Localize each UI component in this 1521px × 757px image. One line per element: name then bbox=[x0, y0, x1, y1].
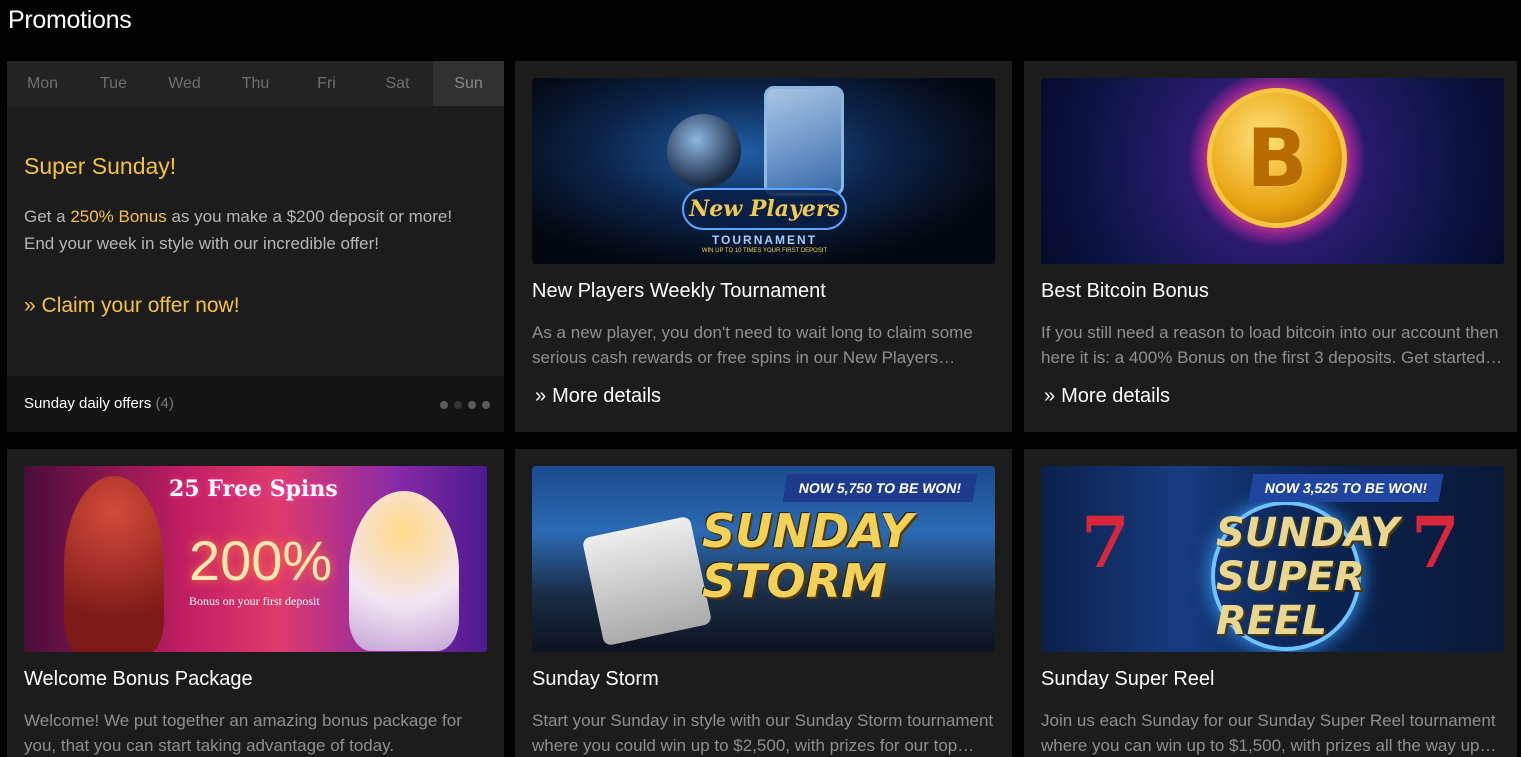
promo-banner-new-players[interactable]: New Players TOURNAMENT WIN UP TO 10 TIME… bbox=[532, 78, 995, 264]
banner-logo-line2: STORM bbox=[702, 554, 887, 608]
promo-title: Welcome Bonus Package bbox=[24, 668, 253, 690]
tab-tue[interactable]: Tue bbox=[78, 61, 149, 106]
promo-banner-bitcoin[interactable]: B bbox=[1041, 78, 1504, 264]
promo-description: Welcome! We put together an amazing bonu… bbox=[24, 711, 462, 755]
slot-reels-graphic bbox=[581, 515, 713, 647]
banner-tagline: WIN UP TO 10 TIMES YOUR FIRST DEPOSIT bbox=[701, 248, 828, 254]
carousel-dots bbox=[440, 401, 490, 409]
banner-free-spins: 25 Free Spins bbox=[169, 476, 338, 502]
tab-sun[interactable]: Sun bbox=[433, 61, 504, 106]
banner-subtitle: TOURNAMENT bbox=[711, 233, 818, 247]
more-details-label: More details bbox=[552, 385, 662, 407]
daily-footer-label: Sunday daily offers (4) bbox=[24, 395, 174, 412]
carousel-dot-3[interactable] bbox=[468, 401, 476, 409]
chevron-right-icon: » bbox=[1044, 385, 1056, 407]
prize-badge: NOW 3,525 TO BE WON! bbox=[1248, 474, 1444, 502]
tab-mon[interactable]: Mon bbox=[7, 61, 78, 106]
daily-text-prefix: Get a bbox=[24, 207, 71, 226]
more-details-link[interactable]: » More details bbox=[535, 385, 661, 408]
day-tabs: Mon Tue Wed Thu Fri Sat Sun bbox=[7, 61, 504, 106]
daily-footer-text: Sunday daily offers bbox=[24, 395, 152, 412]
carousel-dot-1[interactable] bbox=[440, 401, 448, 409]
daily-footer: Sunday daily offers (4) bbox=[7, 376, 504, 432]
promo-title: New Players Weekly Tournament bbox=[532, 280, 826, 302]
daily-offers-card: Mon Tue Wed Thu Fri Sat Sun Super Sunday… bbox=[7, 61, 504, 432]
banner-logo-line3: REEL bbox=[1216, 598, 1327, 644]
bitcoin-icon: B bbox=[1207, 88, 1347, 228]
banner-percent: 200% bbox=[189, 529, 333, 592]
daily-offer-text: Get a 250% Bonus as you make a $200 depo… bbox=[24, 203, 484, 257]
carousel-dot-2[interactable] bbox=[454, 401, 462, 409]
promo-card-sunday-storm: NOW 5,750 TO BE WON! SUNDAY STORM Sunday … bbox=[515, 449, 1012, 757]
phone-graphic bbox=[764, 86, 844, 196]
more-details-link[interactable]: » More details bbox=[1044, 385, 1170, 408]
claim-offer-link[interactable]: » Claim your offer now! bbox=[24, 294, 240, 318]
promo-banner-sunday-storm[interactable]: NOW 5,750 TO BE WON! SUNDAY STORM bbox=[532, 466, 995, 652]
more-details-label: More details bbox=[1061, 385, 1171, 407]
tab-wed[interactable]: Wed bbox=[149, 61, 220, 106]
devil-character-graphic bbox=[64, 476, 164, 652]
daily-offer-count: (4) bbox=[155, 395, 174, 412]
banner-logo: SUNDAY STORM bbox=[702, 506, 913, 606]
tab-thu[interactable]: Thu bbox=[220, 61, 291, 106]
daily-offer-title: Super Sunday! bbox=[24, 153, 177, 179]
banner-title: New Players bbox=[682, 188, 847, 230]
tab-fri[interactable]: Fri bbox=[291, 61, 362, 106]
chevron-right-icon: » bbox=[535, 385, 547, 407]
claim-offer-label: Claim your offer now! bbox=[41, 294, 240, 317]
promo-title: Sunday Storm bbox=[532, 668, 659, 690]
banner-logo-line1: SUNDAY bbox=[1216, 510, 1400, 556]
banner-logo-line1: SUNDAY bbox=[702, 504, 913, 558]
promo-description: If you still need a reason to load bitco… bbox=[1041, 323, 1499, 367]
promo-card-sunday-super-reel: 7 7 NOW 3,525 TO BE WON! SUNDAY SUPER REEL… bbox=[1024, 449, 1517, 757]
promo-card-welcome: 25 Free Spins 200% Bonus on your first d… bbox=[7, 449, 504, 757]
banner-logo-line2: SUPER bbox=[1216, 554, 1365, 600]
promo-title: Best Bitcoin Bonus bbox=[1041, 280, 1209, 302]
helmet-graphic bbox=[667, 114, 741, 188]
chevron-right-icon: » bbox=[24, 294, 36, 317]
promo-banner-sunday-super-reel[interactable]: 7 7 NOW 3,525 TO BE WON! SUNDAY SUPER REEL bbox=[1041, 466, 1504, 652]
banner-caption: Bonus on your first deposit bbox=[189, 594, 320, 608]
promo-card-bitcoin: B Best Bitcoin Bonus If you still need a… bbox=[1024, 61, 1517, 432]
promo-card-new-players: New Players TOURNAMENT WIN UP TO 10 TIME… bbox=[515, 61, 1012, 432]
daily-text-highlight: 250% Bonus bbox=[70, 207, 167, 226]
promo-description: Join us each Sunday for our Sunday Super… bbox=[1041, 711, 1496, 755]
promo-description: Start your Sunday in style with our Sund… bbox=[532, 711, 994, 755]
page-title: Promotions bbox=[8, 6, 132, 34]
promo-description: As a new player, you don't need to wait … bbox=[532, 323, 973, 367]
promo-title: Sunday Super Reel bbox=[1041, 668, 1215, 690]
prize-badge: NOW 5,750 TO BE WON! bbox=[782, 474, 978, 502]
lucky-seven-icon: 7 bbox=[1081, 501, 1130, 584]
lucky-seven-icon: 7 bbox=[1411, 501, 1460, 584]
promo-banner-welcome[interactable]: 25 Free Spins 200% Bonus on your first d… bbox=[24, 466, 487, 652]
tab-sat[interactable]: Sat bbox=[362, 61, 433, 106]
banner-logo: SUNDAY SUPER REEL bbox=[1216, 511, 1399, 643]
angel-character-graphic bbox=[349, 491, 459, 651]
carousel-dot-4[interactable] bbox=[482, 401, 490, 409]
